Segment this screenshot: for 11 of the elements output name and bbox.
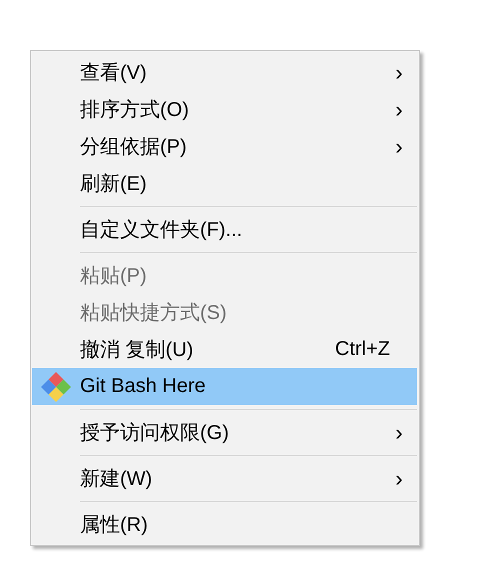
menu-item[interactable]: 新建(W) › [32,460,417,497]
menu-item[interactable]: 排序方式(O) › [32,91,417,128]
git-icon [40,370,72,402]
menu-item[interactable]: 自定义文件夹(F)... [32,211,417,248]
menu-item[interactable]: 刷新(E) [32,165,417,202]
menu-item[interactable]: Git Bash Here [32,368,417,405]
menu-item[interactable]: 撤消 复制(U) Ctrl+Z [32,331,417,368]
menu-item[interactable]: 授予访问权限(G) › [32,414,417,451]
menu-item[interactable]: 属性(R) [32,506,417,543]
menu-item[interactable]: 查看(V) › [32,54,417,91]
menu-item[interactable]: 分组依据(P) › [32,128,417,165]
